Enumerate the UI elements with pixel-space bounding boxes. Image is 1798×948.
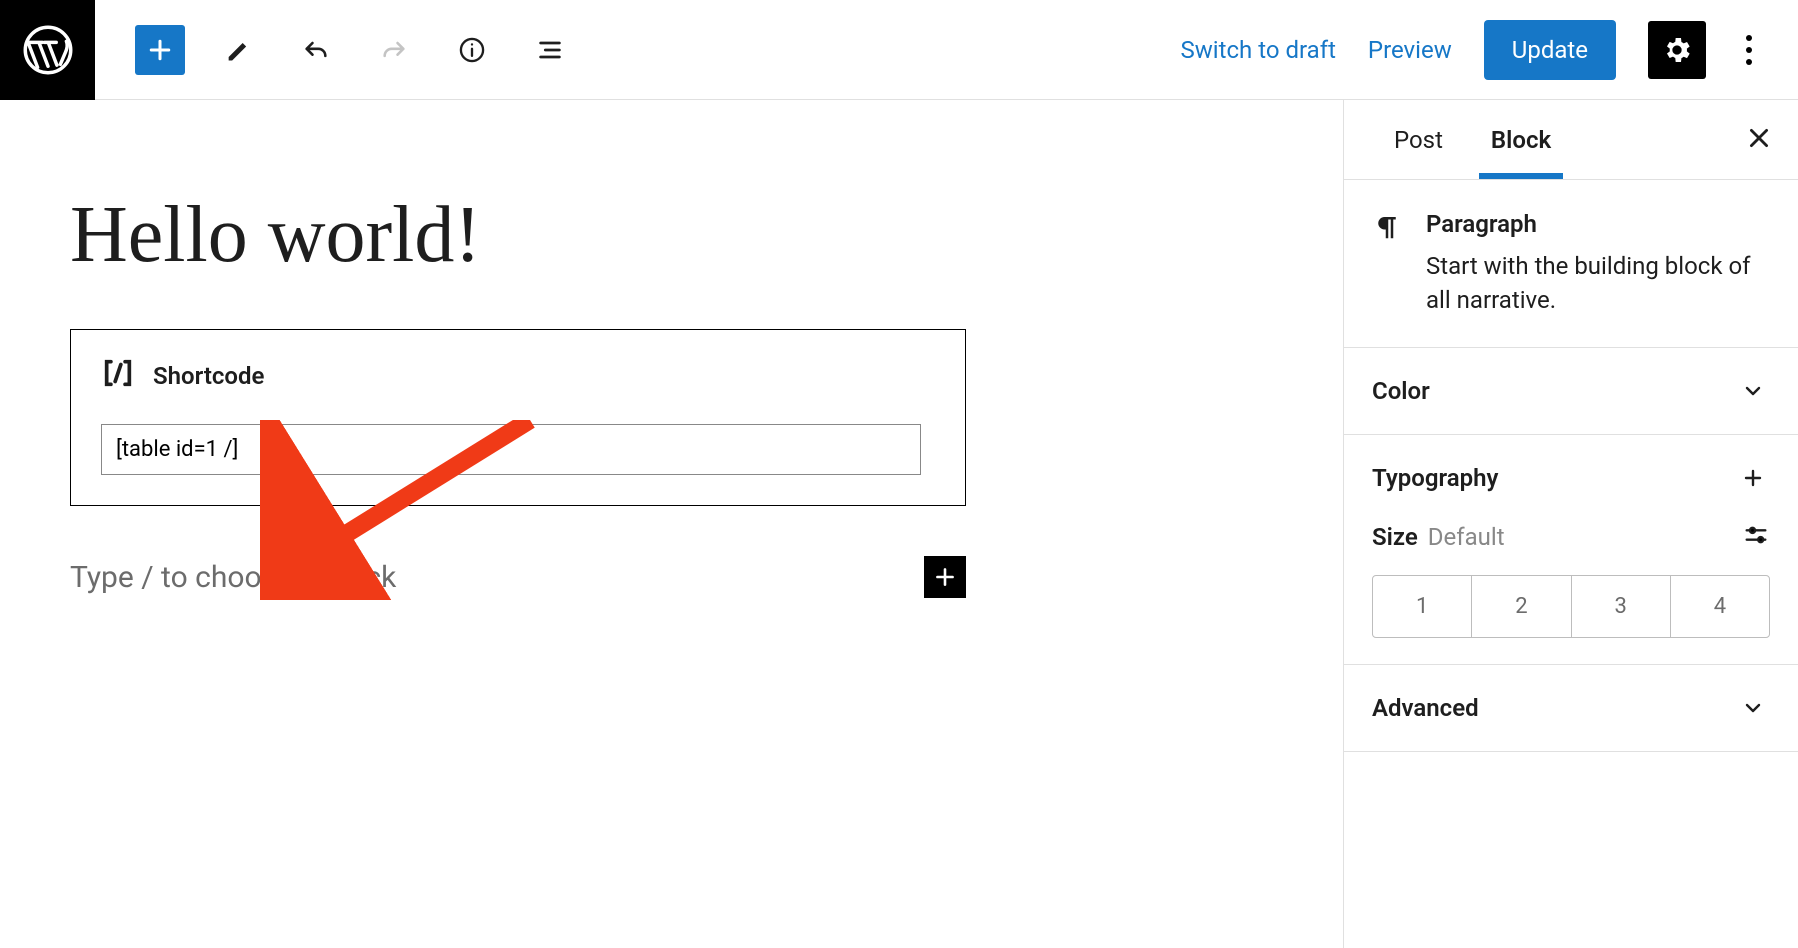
settings-button[interactable] xyxy=(1648,21,1706,79)
size-option-1[interactable]: 1 xyxy=(1373,576,1472,637)
block-name: Paragraph xyxy=(1426,210,1770,238)
panel-color-title: Color xyxy=(1372,377,1430,405)
panel-advanced[interactable]: Advanced xyxy=(1344,665,1798,752)
document-info-button[interactable] xyxy=(447,25,497,75)
tab-post[interactable]: Post xyxy=(1370,102,1467,178)
tab-block[interactable]: Block xyxy=(1467,102,1575,178)
size-segmented-control[interactable]: 1 2 3 4 xyxy=(1372,575,1770,638)
typography-add-button[interactable] xyxy=(1736,461,1770,495)
add-block-button[interactable] xyxy=(135,25,185,75)
more-options-button[interactable] xyxy=(1738,27,1760,73)
outline-button[interactable] xyxy=(525,25,575,75)
block-description: Paragraph Start with the building block … xyxy=(1344,180,1798,348)
close-sidebar-button[interactable] xyxy=(1746,125,1772,155)
shortcode-label: Shortcode xyxy=(153,362,264,390)
inline-add-block-button[interactable] xyxy=(924,556,966,598)
block-desc: Start with the building block of all nar… xyxy=(1426,250,1770,317)
post-title[interactable]: Hello world! xyxy=(70,190,1273,281)
editor-canvas[interactable]: Hello world! Shortcode Type / to choose … xyxy=(0,100,1343,948)
panel-color[interactable]: Color xyxy=(1344,348,1798,435)
wordpress-logo-button[interactable] xyxy=(0,0,95,100)
size-default: Default xyxy=(1428,523,1505,551)
size-option-3[interactable]: 3 xyxy=(1572,576,1671,637)
chevron-down-icon xyxy=(1736,374,1770,408)
panel-advanced-title: Advanced xyxy=(1372,694,1479,722)
settings-sidebar: Post Block Paragraph Start with the buil… xyxy=(1343,100,1798,948)
chevron-down-icon xyxy=(1736,691,1770,725)
size-label: Size xyxy=(1372,523,1418,551)
preview-link[interactable]: Preview xyxy=(1368,36,1452,64)
panel-typography: Typography Size Default 1 2 3 4 xyxy=(1344,435,1798,665)
redo-button[interactable] xyxy=(369,25,419,75)
block-placeholder[interactable]: Type / to choose a block xyxy=(70,560,396,595)
size-option-4[interactable]: 4 xyxy=(1671,576,1769,637)
panel-typography-title: Typography xyxy=(1372,464,1498,492)
update-button[interactable]: Update xyxy=(1484,20,1616,80)
edit-tools-button[interactable] xyxy=(213,25,263,75)
switch-to-draft-link[interactable]: Switch to draft xyxy=(1181,36,1336,64)
undo-button[interactable] xyxy=(291,25,341,75)
shortcode-icon xyxy=(101,356,135,396)
shortcode-input[interactable] xyxy=(101,424,921,475)
size-option-2[interactable]: 2 xyxy=(1472,576,1571,637)
size-settings-button[interactable] xyxy=(1742,521,1770,553)
editor-toolbar: Switch to draft Preview Update xyxy=(0,0,1798,100)
shortcode-block[interactable]: Shortcode xyxy=(70,329,966,506)
paragraph-icon xyxy=(1372,210,1402,317)
